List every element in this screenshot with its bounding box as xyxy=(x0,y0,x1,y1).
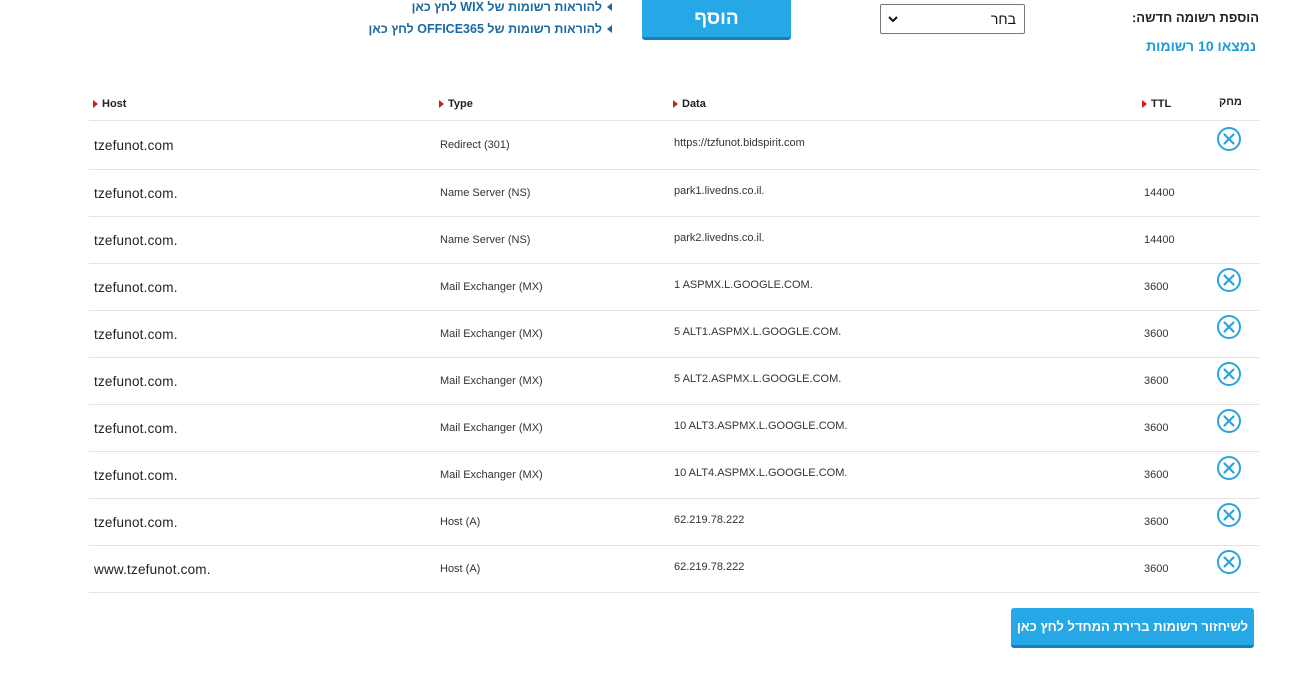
close-circle-icon xyxy=(1217,268,1241,292)
delete-record-button[interactable] xyxy=(1216,314,1242,340)
table-row: tzefunot.com. Mail Exchanger (MX) 10 ALT4.… xyxy=(89,452,1259,499)
cell-data: 5 ALT2.ASPMX.L.GOOGLE.COM. xyxy=(674,373,842,385)
delete-record-button[interactable] xyxy=(1216,361,1242,387)
cell-host: tzefunot.com. xyxy=(94,374,178,389)
cell-type: Name Server (NS) xyxy=(440,234,531,246)
column-header-data-label: Data xyxy=(682,98,706,110)
column-header-data[interactable]: Data xyxy=(673,98,706,110)
delete-record-button[interactable] xyxy=(1216,267,1242,293)
close-circle-icon xyxy=(1217,550,1241,574)
delete-record-button[interactable] xyxy=(1216,502,1242,528)
cell-type: Mail Exchanger (MX) xyxy=(440,281,543,293)
office365-instructions-link[interactable]: להוראות רשומות של OFFICE365 לחץ כאן xyxy=(369,22,612,36)
dns-records-table: Host Type Data TTL מחק tzefunot.com Redir… xyxy=(89,90,1259,593)
add-record-label: הוספת רשומה חדשה: xyxy=(1131,10,1259,25)
table-header: Host Type Data TTL מחק xyxy=(89,90,1259,121)
wix-instructions-link[interactable]: להוראות רשומות של WIX לחץ כאן xyxy=(412,0,612,14)
table-row: tzefunot.com Redirect (301) https://tzfuno… xyxy=(89,121,1259,170)
cell-ttl: 3600 xyxy=(1144,281,1169,293)
column-header-ttl-label: TTL xyxy=(1151,98,1172,110)
cell-host: tzefunot.com. xyxy=(94,468,178,483)
column-header-type[interactable]: Type xyxy=(439,98,473,110)
cell-ttl: 3600 xyxy=(1144,516,1169,528)
cell-ttl: 3600 xyxy=(1144,422,1169,434)
cell-host: tzefunot.com xyxy=(94,138,174,153)
table-row: tzefunot.com. Mail Exchanger (MX) 1 ASPMX.… xyxy=(89,264,1259,311)
add-record-button[interactable]: הוסף xyxy=(642,0,791,40)
record-type-select[interactable]: בחר xyxy=(880,4,1025,34)
cell-host: tzefunot.com. xyxy=(94,186,178,201)
sort-triangle-icon xyxy=(93,100,98,108)
column-header-type-label: Type xyxy=(448,98,473,110)
cell-ttl: 3600 xyxy=(1144,469,1169,481)
cell-ttl: 14400 xyxy=(1144,234,1175,246)
table-row: www.tzefunot.com. Host (A) 62.219.78.222 36… xyxy=(89,546,1259,593)
wix-instructions-link-text: להוראות רשומות של WIX לחץ כאן xyxy=(411,0,602,14)
table-row: tzefunot.com. Name Server (NS) park2.lived… xyxy=(89,217,1259,264)
restore-default-records-button[interactable]: לשיחזור רשומות ברירת המחדל לחץ כאן xyxy=(1011,608,1254,648)
cell-type: Mail Exchanger (MX) xyxy=(440,422,543,434)
cell-ttl: 14400 xyxy=(1144,187,1175,199)
delete-record-button[interactable] xyxy=(1216,455,1242,481)
cell-type: Name Server (NS) xyxy=(440,187,531,199)
cell-type: Mail Exchanger (MX) xyxy=(440,469,543,481)
cell-data: park2.livedns.co.il. xyxy=(674,232,765,244)
close-circle-icon xyxy=(1217,127,1241,151)
cell-host: tzefunot.com. xyxy=(94,233,178,248)
column-header-ttl[interactable]: TTL xyxy=(1142,98,1171,110)
chevron-down-icon xyxy=(888,16,898,23)
cell-type: Host (A) xyxy=(440,516,481,528)
sort-triangle-icon xyxy=(439,100,444,108)
triangle-left-icon xyxy=(607,3,612,11)
cell-data: 62.219.78.222 xyxy=(674,514,745,526)
triangle-left-icon xyxy=(607,25,612,33)
table-row: tzefunot.com. Mail Exchanger (MX) 10 ALT3.… xyxy=(89,405,1259,452)
column-header-host[interactable]: Host xyxy=(93,98,126,110)
table-row: tzefunot.com. Name Server (NS) park1.lived… xyxy=(89,170,1259,217)
table-row: tzefunot.com. Mail Exchanger (MX) 5 ALT2.A… xyxy=(89,358,1259,405)
cell-data: 1 ASPMX.L.GOOGLE.COM. xyxy=(674,279,813,291)
record-type-select-value: בחר xyxy=(990,11,1016,27)
table-row: tzefunot.com. Host (A) 62.219.78.222 3600 xyxy=(89,499,1259,546)
delete-record-button[interactable] xyxy=(1216,408,1242,434)
sort-triangle-icon xyxy=(1142,100,1147,108)
cell-ttl: 3600 xyxy=(1144,328,1169,340)
close-circle-icon xyxy=(1217,315,1241,339)
cell-type: Mail Exchanger (MX) xyxy=(440,328,543,340)
cell-data: 62.219.78.222 xyxy=(674,561,745,573)
cell-data: https://tzfunot.bidspirit.com xyxy=(674,137,805,149)
cell-host: tzefunot.com. xyxy=(94,515,178,530)
cell-data: 5 ALT1.ASPMX.L.GOOGLE.COM. xyxy=(674,326,842,338)
office365-instructions-link-text: להוראות רשומות של OFFICE365 לחץ כאן xyxy=(368,22,602,36)
cell-data: park1.livedns.co.il. xyxy=(674,185,765,197)
close-circle-icon xyxy=(1217,503,1241,527)
cell-type: Host (A) xyxy=(440,563,481,575)
cell-host: tzefunot.com. xyxy=(94,421,178,436)
column-header-delete: מחק xyxy=(1219,96,1242,108)
close-circle-icon xyxy=(1217,362,1241,386)
table-body: tzefunot.com Redirect (301) https://tzfuno… xyxy=(89,121,1259,593)
cell-data: 10 ALT4.ASPMX.L.GOOGLE.COM. xyxy=(674,467,848,479)
cell-host: tzefunot.com. xyxy=(94,327,178,342)
cell-data: 10 ALT3.ASPMX.L.GOOGLE.COM. xyxy=(674,420,848,432)
cell-type: Redirect (301) xyxy=(440,139,510,151)
cell-host: www.tzefunot.com. xyxy=(94,562,211,577)
cell-ttl: 3600 xyxy=(1144,563,1169,575)
cell-host: tzefunot.com. xyxy=(94,280,178,295)
column-header-host-label: Host xyxy=(102,98,127,110)
delete-record-button[interactable] xyxy=(1216,126,1242,152)
close-circle-icon xyxy=(1217,456,1241,480)
delete-record-button[interactable] xyxy=(1216,549,1242,575)
cell-ttl: 3600 xyxy=(1144,375,1169,387)
sort-triangle-icon xyxy=(673,100,678,108)
close-circle-icon xyxy=(1217,409,1241,433)
cell-type: Mail Exchanger (MX) xyxy=(440,375,543,387)
table-row: tzefunot.com. Mail Exchanger (MX) 5 ALT1.A… xyxy=(89,311,1259,358)
records-found-count: נמצאו 10 רשומות xyxy=(1146,38,1256,54)
